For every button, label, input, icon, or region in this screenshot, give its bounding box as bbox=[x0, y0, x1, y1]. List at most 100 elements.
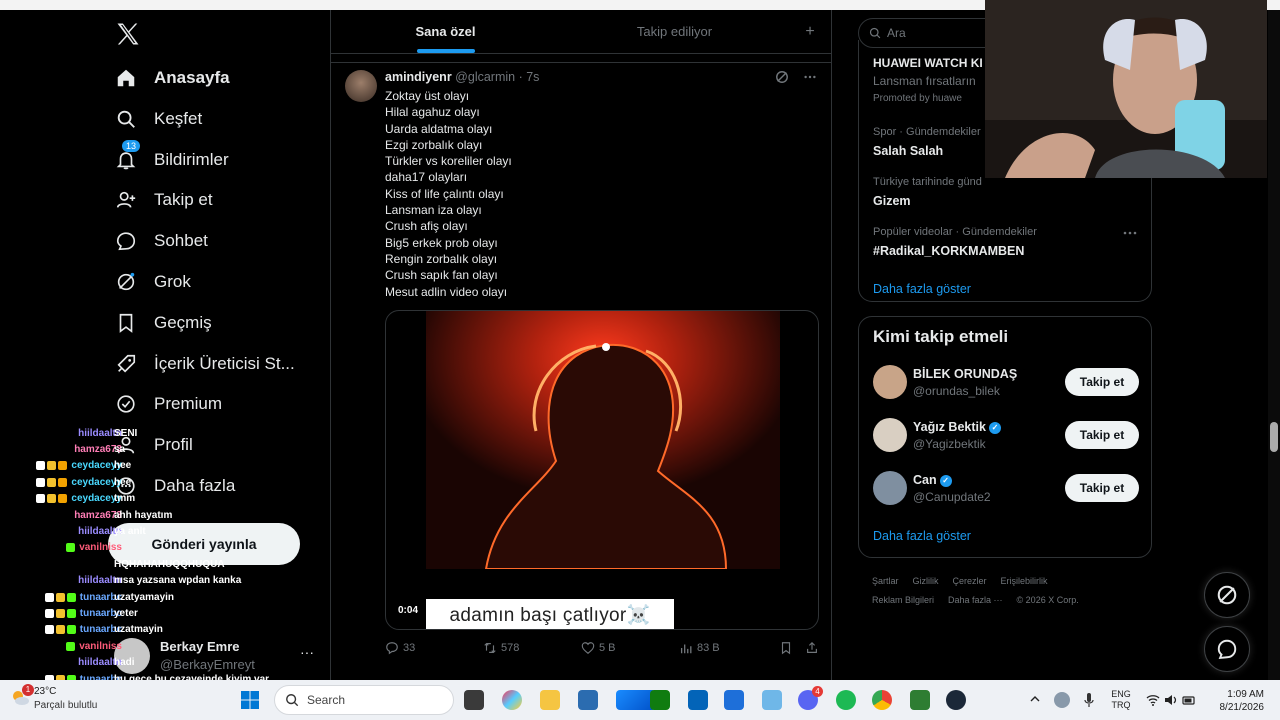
language-indicator[interactable]: ENG TRQ bbox=[1106, 689, 1136, 711]
nav-item-3[interactable]: 13 Bildirimler bbox=[112, 139, 229, 178]
language-bottom: TRQ bbox=[1111, 700, 1131, 710]
wifi-icon[interactable] bbox=[1146, 693, 1160, 707]
nav-item-5[interactable]: Sohbet bbox=[112, 223, 208, 259]
steam-icon[interactable] bbox=[946, 690, 966, 710]
tab-following[interactable]: Takip ediliyor bbox=[560, 10, 789, 53]
chat-username[interactable]: vanilniss bbox=[79, 641, 122, 652]
copilot-icon[interactable] bbox=[502, 690, 522, 710]
tweet-video[interactable]: adamın başı çatlıyor☠️ 0:04 bbox=[385, 310, 819, 630]
outlook-icon[interactable] bbox=[688, 690, 708, 710]
reply-button[interactable]: 33 bbox=[385, 641, 415, 655]
promo-title[interactable]: HUAWEI WATCH KI bbox=[873, 56, 983, 70]
add-tab-icon[interactable]: + bbox=[789, 10, 831, 53]
follow-button[interactable]: Takip et bbox=[1065, 421, 1139, 449]
footer-link[interactable]: Erişilebilirlik bbox=[1001, 572, 1048, 591]
like-button[interactable]: 5 B bbox=[581, 641, 616, 655]
trend-more-icon[interactable] bbox=[1123, 230, 1137, 236]
battery-icon[interactable] bbox=[1182, 693, 1196, 707]
tweet-author-name[interactable]: amindiyenr bbox=[385, 70, 452, 84]
nav-item-label: Premium bbox=[154, 394, 223, 414]
system-clock[interactable]: 1:09 AM 8/21/2026 bbox=[1196, 688, 1265, 714]
chat-badges bbox=[44, 592, 76, 602]
volume-icon[interactable] bbox=[1164, 693, 1178, 707]
messages-fab[interactable] bbox=[1204, 626, 1250, 672]
avatar[interactable] bbox=[873, 365, 907, 399]
avatar[interactable] bbox=[873, 418, 907, 452]
suggestion-name: BİLEK ORUNDAŞ bbox=[913, 367, 1017, 381]
nav-item-1[interactable]: Anasayfa bbox=[112, 60, 230, 96]
bookmark-icon[interactable] bbox=[779, 641, 793, 655]
follow-suggestion[interactable]: Yağız Bektik ✓ @Yagizbektik Takip et bbox=[873, 418, 1139, 454]
spotify-icon[interactable] bbox=[836, 690, 856, 710]
views-button[interactable]: 83 B bbox=[679, 641, 720, 655]
nav-item-6[interactable]: Grok bbox=[112, 264, 191, 300]
store-icon[interactable] bbox=[578, 690, 598, 710]
tray-app-icon[interactable] bbox=[1054, 692, 1070, 708]
footer-link[interactable]: Gizlilik bbox=[913, 572, 939, 591]
more-icon[interactable]: ··· bbox=[300, 644, 314, 660]
language-top: ENG bbox=[1111, 689, 1131, 699]
scrollbar[interactable] bbox=[1268, 10, 1280, 680]
trend-item[interactable]: Spor · Gündemdekiler Salah Salah bbox=[873, 126, 981, 158]
trends-show-more-link[interactable]: Daha fazla göster bbox=[873, 282, 971, 296]
chevron-up-icon[interactable] bbox=[1030, 694, 1040, 704]
grok-fab[interactable] bbox=[1204, 572, 1250, 618]
follow-button[interactable]: Takip et bbox=[1065, 474, 1139, 502]
editor-icon[interactable] bbox=[724, 690, 744, 710]
windows-start-icon[interactable] bbox=[240, 690, 260, 710]
scrollbar-thumb[interactable] bbox=[1270, 422, 1278, 452]
nav-item-label: Bildirimler bbox=[154, 149, 229, 169]
tweet-line: Crush sapık fan olayı bbox=[385, 268, 498, 283]
who-show-more-link[interactable]: Daha fazla göster bbox=[873, 529, 971, 543]
chat-text: nısa yazsana wpdan kanka bbox=[114, 575, 242, 587]
footer-link[interactable]: Şartlar bbox=[872, 572, 899, 591]
avatar[interactable] bbox=[873, 471, 907, 505]
taskbar-search-input[interactable]: Search bbox=[274, 685, 454, 715]
follow-button[interactable]: Takip et bbox=[1065, 368, 1139, 396]
nav-item-9[interactable]: Premium bbox=[112, 386, 222, 422]
nav-item-7[interactable]: Geçmiş bbox=[112, 305, 212, 341]
tweet-avatar[interactable] bbox=[345, 70, 377, 102]
follow-suggestion[interactable]: BİLEK ORUNDAŞ @orundas_bilek Takip et bbox=[873, 365, 1139, 401]
trend-item[interactable]: Popüler videolar · Gündemdekiler #Radika… bbox=[873, 226, 1037, 258]
tweet-author-handle[interactable]: @glcarmin · 7s bbox=[455, 70, 539, 84]
nav-item-8[interactable]: İçerik Üreticisi St... bbox=[112, 346, 295, 382]
footer-link[interactable]: © 2026 X Corp. bbox=[1017, 591, 1079, 610]
share-icon[interactable] bbox=[805, 641, 819, 655]
nav-item-2[interactable]: Keşfet bbox=[112, 101, 202, 137]
chrome-icon[interactable] bbox=[872, 690, 892, 710]
more-icon[interactable] bbox=[803, 70, 817, 84]
webcam-overlay bbox=[985, 0, 1267, 178]
chat-username[interactable]: vanilniss bbox=[79, 542, 122, 553]
grok-icon[interactable] bbox=[775, 70, 789, 84]
microphone-icon[interactable] bbox=[1084, 692, 1094, 708]
nav-item-label: Sohbet bbox=[154, 231, 208, 251]
nav-item-4[interactable]: Takip et bbox=[112, 182, 213, 218]
chat-text: hadi bbox=[114, 657, 135, 669]
footer-link[interactable]: Çerezler bbox=[953, 572, 987, 591]
nav-item-label: Keşfet bbox=[154, 108, 203, 128]
footer-link[interactable]: Reklam Bilgileri bbox=[872, 591, 934, 610]
reply-count: 33 bbox=[403, 642, 416, 654]
footer-link[interactable]: Daha fazla ··· bbox=[948, 591, 1003, 610]
follow-suggestion[interactable]: Can ✓ @Canupdate2 Takip et bbox=[873, 471, 1139, 507]
trend-item[interactable]: Türkiye tarihinde günd Gizem bbox=[873, 176, 982, 208]
trend-context: Popüler videolar · Gündemdekiler bbox=[873, 226, 1037, 238]
tab-for-you[interactable]: Sana özel bbox=[331, 10, 560, 53]
file-explorer-icon[interactable] bbox=[540, 690, 560, 710]
app-icon[interactable] bbox=[910, 690, 930, 710]
promo-subtitle: Lansman fırsatların bbox=[873, 74, 976, 88]
chat-badge-icon bbox=[58, 461, 68, 471]
chat-badges bbox=[36, 477, 68, 487]
divider bbox=[331, 62, 831, 63]
excel-icon[interactable] bbox=[650, 690, 670, 710]
app-icon[interactable] bbox=[762, 690, 782, 710]
tweet-line: Zoktay üst olayı bbox=[385, 89, 470, 103]
task-view-icon[interactable] bbox=[464, 690, 484, 710]
bell-icon: 13 bbox=[112, 139, 141, 174]
tweet-line: Türkler vs koreliler olayı bbox=[385, 154, 512, 169]
feed-tabs: Sana özel Takip ediliyor + bbox=[331, 10, 831, 54]
chat-text: sa bbox=[114, 444, 126, 456]
x-logo-icon[interactable] bbox=[114, 20, 142, 48]
repost-button[interactable]: 578 bbox=[483, 641, 519, 655]
